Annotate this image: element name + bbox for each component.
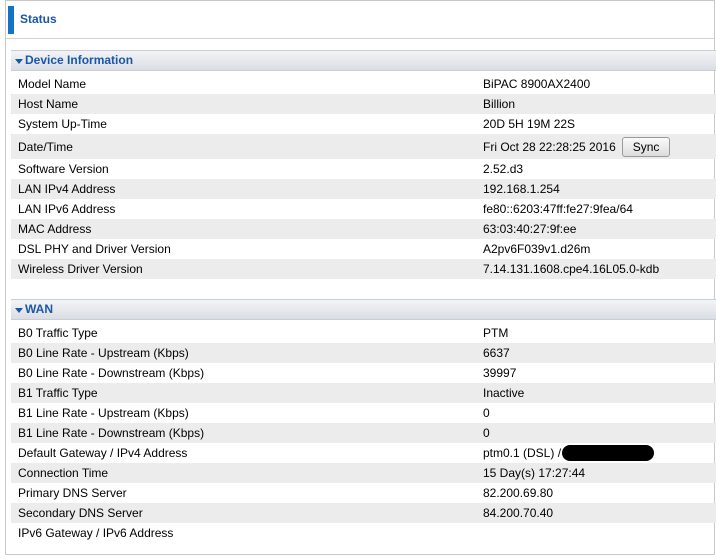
- row-value: 0: [483, 426, 490, 440]
- title-divider: [5, 38, 715, 39]
- row-value: A2pv6F039v1.d26m: [483, 242, 591, 256]
- wan-row-b0-traffic-type: B0 Traffic Type PTM: [11, 323, 716, 343]
- row-label: Wireless Driver Version: [18, 262, 143, 276]
- row-label: IPv6 Gateway / IPv6 Address: [18, 526, 174, 540]
- row-label: DSL PHY and Driver Version: [18, 242, 171, 256]
- row-label: Model Name: [18, 77, 87, 91]
- wan-section: WAN B0 Traffic Type PTM B0 Line Rate - U…: [11, 299, 716, 543]
- row-value: fe80::6203:47ff:fe27:9fea/64: [483, 202, 633, 216]
- wan-row-b1-downstream: B1 Line Rate - Downstream (Kbps) 0: [11, 423, 716, 443]
- row-value: 15 Day(s) 17:27:44: [483, 466, 586, 480]
- datetime-value: Fri Oct 28 22:28:25 2016: [483, 139, 616, 154]
- row-value: 82.200.69.80: [483, 486, 554, 500]
- info-row-dsl-version: DSL PHY and Driver Version A2pv6F039v1.d…: [11, 239, 716, 259]
- row-label: LAN IPv6 Address: [18, 202, 116, 216]
- row-label: Primary DNS Server: [18, 486, 127, 500]
- wan-row-primary-dns: Primary DNS Server 82.200.69.80: [11, 483, 716, 503]
- row-value: 63:03:40:27:9f:ee: [483, 222, 577, 236]
- row-label: B0 Line Rate - Downstream (Kbps): [18, 366, 205, 380]
- info-row-wireless-driver: Wireless Driver Version 7.14.131.1608.cp…: [11, 259, 716, 279]
- row-label: B0 Line Rate - Upstream (Kbps): [18, 346, 189, 360]
- row-label: B0 Traffic Type: [18, 326, 98, 340]
- info-row-datetime: Date/Time Fri Oct 28 22:28:25 2016 Sync: [11, 134, 716, 159]
- gateway-value: ptm0.1 (DSL) /: [483, 446, 562, 460]
- wan-row-b0-upstream: B0 Line Rate - Upstream (Kbps) 6637: [11, 343, 716, 363]
- page-title: Status: [20, 12, 57, 26]
- row-label: B1 Line Rate - Downstream (Kbps): [18, 426, 205, 440]
- row-label: Default Gateway / IPv4 Address: [18, 446, 188, 460]
- row-value: 84.200.70.40: [483, 506, 554, 520]
- row-value: Inactive: [483, 386, 525, 400]
- wan-row-b1-upstream: B1 Line Rate - Upstream (Kbps) 0: [11, 403, 716, 423]
- wan-row-b0-downstream: B0 Line Rate - Downstream (Kbps) 39997: [11, 363, 716, 383]
- row-value-wrap: Fri Oct 28 22:28:25 2016 Sync: [483, 136, 671, 157]
- row-label: System Up-Time: [18, 117, 107, 131]
- wan-row-b1-traffic-type: B1 Traffic Type Inactive: [11, 383, 716, 403]
- wan-header[interactable]: WAN: [11, 299, 716, 320]
- info-row-model-name: Model Name BiPAC 8900AX2400: [11, 74, 716, 94]
- row-value: 39997: [483, 366, 517, 380]
- row-value-wrap: ptm0.1 (DSL) /: [483, 445, 655, 461]
- device-information-section: Device Information Model Name BiPAC 8900…: [11, 50, 716, 279]
- wan-row-ipv6-gateway: IPv6 Gateway / IPv6 Address: [11, 523, 716, 543]
- redaction-mark: [562, 445, 655, 461]
- row-label: LAN IPv4 Address: [18, 182, 116, 196]
- row-label: Connection Time: [18, 466, 109, 480]
- collapse-triangle-icon[interactable]: [15, 307, 23, 313]
- info-row-mac-address: MAC Address 63:03:40:27:9f:ee: [11, 219, 716, 239]
- row-label: B1 Line Rate - Upstream (Kbps): [18, 406, 189, 420]
- sync-button[interactable]: Sync: [621, 136, 671, 157]
- row-value: 192.168.1.254: [483, 182, 560, 196]
- wan-row-connection-time: Connection Time 15 Day(s) 17:27:44: [11, 463, 716, 483]
- row-label: Software Version: [18, 162, 109, 176]
- row-value: 6637: [483, 346, 510, 360]
- collapse-triangle-icon[interactable]: [15, 58, 23, 64]
- row-value: 20D 5H 19M 22S: [483, 117, 576, 131]
- status-accent-bar: [8, 6, 14, 34]
- row-label: B1 Traffic Type: [18, 386, 98, 400]
- row-value: 2.52.d3: [483, 162, 524, 176]
- device-information-header[interactable]: Device Information: [11, 50, 716, 71]
- wan-row-default-gateway: Default Gateway / IPv4 Address ptm0.1 (D…: [11, 443, 716, 463]
- info-row-lan-ipv6: LAN IPv6 Address fe80::6203:47ff:fe27:9f…: [11, 199, 716, 219]
- info-row-lan-ipv4: LAN IPv4 Address 192.168.1.254: [11, 179, 716, 199]
- row-label: Secondary DNS Server: [18, 506, 143, 520]
- section-title: Device Information: [25, 53, 134, 67]
- row-value: PTM: [483, 326, 509, 340]
- info-row-uptime: System Up-Time 20D 5H 19M 22S: [11, 114, 716, 134]
- row-label: MAC Address: [18, 222, 92, 236]
- row-label: Host Name: [18, 97, 79, 111]
- info-row-host-name: Host Name Billion: [11, 94, 716, 114]
- wan-row-secondary-dns: Secondary DNS Server 84.200.70.40: [11, 503, 716, 523]
- row-value: Billion: [483, 97, 516, 111]
- info-row-software-version: Software Version 2.52.d3: [11, 159, 716, 179]
- row-value: 0: [483, 406, 490, 420]
- section-title: WAN: [25, 302, 53, 316]
- row-value: 7.14.131.1608.cpe4.16L05.0-kdb: [483, 262, 660, 276]
- row-label: Date/Time: [18, 139, 73, 154]
- row-value: BiPAC 8900AX2400: [483, 77, 591, 91]
